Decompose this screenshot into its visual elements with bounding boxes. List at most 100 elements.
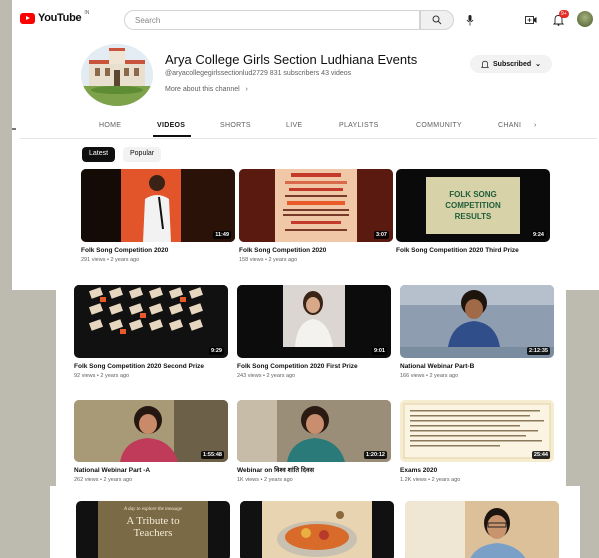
more-about-label: More about this channel bbox=[165, 86, 240, 93]
video-thumbnail[interactable]: 3:07 bbox=[239, 169, 393, 242]
singer-thumbnail-image bbox=[81, 169, 235, 242]
video-card[interactable]: 2:12:35 National Webinar Part-B 166 view… bbox=[400, 285, 554, 379]
tabs-divider bbox=[20, 138, 597, 139]
youtube-play-icon bbox=[20, 12, 35, 24]
results-poster: FOLK SONG COMPETITION RESULTS bbox=[426, 177, 520, 234]
video-title[interactable]: Folk Song Competition 2020 First Prize bbox=[237, 363, 391, 371]
tab-community[interactable]: COMMUNITY bbox=[416, 122, 462, 129]
video-thumbnail[interactable]: 1:55:48 bbox=[74, 400, 228, 462]
tab-videos[interactable]: VIDEOS bbox=[157, 122, 185, 129]
search-button[interactable] bbox=[420, 10, 454, 30]
channel-handle: @aryacollegegirlssectionlud2729 bbox=[165, 70, 268, 77]
video-meta: 92 views • 2 years ago bbox=[74, 373, 130, 379]
chip-latest[interactable]: Latest bbox=[82, 147, 116, 162]
video-duration: 9:29 bbox=[208, 347, 224, 355]
video-title[interactable]: Exams 2020 bbox=[400, 467, 554, 475]
festival-plate-thumbnail-image bbox=[240, 501, 394, 558]
tab-channels[interactable]: CHANI bbox=[498, 122, 521, 129]
webinar-speaker-thumbnail-image bbox=[400, 285, 554, 347]
youtube-logo-text: YouTube bbox=[38, 12, 82, 24]
channel-name: Arya College Girls Section Ludhiana Even… bbox=[165, 52, 418, 67]
video-duration: 1:55:48 bbox=[201, 451, 224, 459]
video-thumbnail[interactable]: A day to explore the message A Tribute t… bbox=[76, 501, 230, 558]
video-card[interactable]: 9:01 Folk Song Competition 2020 First Pr… bbox=[237, 285, 391, 379]
search-icon bbox=[432, 15, 442, 25]
video-card[interactable]: 25:44 Exams 2020 1.2K views • 2 years ag… bbox=[400, 400, 554, 483]
create-video-icon bbox=[525, 16, 537, 24]
subscribe-label: Subscribed bbox=[493, 60, 532, 68]
video-title[interactable]: Folk Song Competition 2020 Third Prize bbox=[396, 247, 550, 255]
pattern-thumbnail-image bbox=[74, 285, 228, 347]
channel-avatar[interactable] bbox=[81, 44, 153, 106]
video-duration: 2:12:35 bbox=[527, 347, 550, 355]
results-poster-text: FOLK SONG COMPETITION RESULTS bbox=[445, 190, 501, 221]
video-title[interactable]: Folk Song Competition 2020 bbox=[239, 247, 393, 255]
teachers-poster-subtext: A day to explore the message bbox=[123, 507, 183, 512]
video-duration: 11:49 bbox=[213, 231, 231, 239]
bell-icon bbox=[481, 60, 489, 68]
video-card[interactable]: FOLK SONG COMPETITION RESULTS 9:24 Folk … bbox=[396, 169, 550, 257]
video-thumbnail[interactable]: 25:44 bbox=[400, 400, 554, 462]
video-duration: 3:07 bbox=[373, 231, 389, 239]
account-avatar[interactable] bbox=[577, 11, 593, 27]
tabs-scroll-right-icon[interactable]: › bbox=[534, 122, 537, 129]
video-meta: 1K views • 2 years ago bbox=[237, 477, 293, 483]
webinar-man-thumbnail-image bbox=[405, 501, 559, 558]
video-thumbnail[interactable] bbox=[405, 501, 559, 558]
video-count: 43 videos bbox=[321, 70, 352, 77]
exam-instructions-thumbnail-image bbox=[400, 400, 554, 462]
voice-search-button[interactable] bbox=[462, 12, 478, 28]
subscribe-button[interactable]: Subscribed ⌄ bbox=[470, 55, 552, 73]
microphone-icon bbox=[466, 14, 474, 25]
tab-playlists[interactable]: PLAYLISTS bbox=[339, 122, 379, 129]
video-meta: 243 views • 2 years ago bbox=[237, 373, 296, 379]
video-card[interactable]: 3:07 Folk Song Competition 2020 158 view… bbox=[239, 169, 393, 263]
video-thumbnail[interactable]: 1:20:12 bbox=[237, 400, 391, 462]
video-thumbnail[interactable]: 2:12:35 bbox=[400, 285, 554, 358]
tab-home[interactable]: HOME bbox=[99, 122, 121, 129]
video-thumbnail[interactable] bbox=[240, 501, 394, 558]
video-duration: 1:20:12 bbox=[364, 451, 387, 459]
video-card[interactable]: 11:49 Folk Song Competition 2020 291 vie… bbox=[81, 169, 235, 263]
tab-live[interactable]: LIVE bbox=[286, 122, 302, 129]
country-code: IN bbox=[84, 10, 90, 16]
video-thumbnail[interactable]: 9:29 bbox=[74, 285, 228, 358]
video-title[interactable]: Folk Song Competition 2020 Second Prize bbox=[74, 363, 228, 371]
youtube-logo[interactable]: YouTube IN bbox=[20, 10, 90, 24]
create-button[interactable] bbox=[523, 12, 539, 28]
video-card[interactable]: 1:55:48 National Webinar Part -A 262 vie… bbox=[74, 400, 228, 483]
girl-singing-thumbnail-image bbox=[237, 285, 391, 347]
notification-badge: 9+ bbox=[559, 10, 569, 18]
video-card[interactable] bbox=[405, 501, 559, 558]
video-meta: 291 views • 2 years ago bbox=[81, 257, 140, 263]
video-card[interactable] bbox=[240, 501, 394, 558]
video-title[interactable]: Folk Song Competition 2020 bbox=[81, 247, 235, 255]
video-title[interactable]: Webinar on विश्व शांति दिवस bbox=[237, 467, 391, 475]
video-card[interactable]: A day to explore the message A Tribute t… bbox=[76, 501, 230, 558]
video-card[interactable]: 1:20:12 Webinar on विश्व शांति दिवस 1K v… bbox=[237, 400, 391, 483]
video-duration: 9:01 bbox=[371, 347, 387, 355]
video-thumbnail[interactable]: 9:01 bbox=[237, 285, 391, 358]
video-duration: 9:24 bbox=[530, 231, 546, 239]
video-thumbnail[interactable]: FOLK SONG COMPETITION RESULTS 9:24 bbox=[396, 169, 550, 242]
active-tab-indicator bbox=[153, 135, 191, 137]
video-meta: 158 views • 2 years ago bbox=[239, 257, 298, 263]
tab-shorts[interactable]: SHORTS bbox=[220, 122, 251, 129]
video-title[interactable]: National Webinar Part -A bbox=[74, 467, 228, 475]
video-meta: 1.2K views • 2 years ago bbox=[400, 477, 461, 483]
channel-tabs: HOME VIDEOS SHORTS LIVE PLAYLISTS COMMUN… bbox=[86, 122, 546, 136]
video-title[interactable]: National Webinar Part-B bbox=[400, 363, 554, 371]
teachers-poster-title: A Tribute to Teachers bbox=[126, 515, 180, 539]
subscriber-count: 831 subscribers bbox=[269, 70, 320, 77]
chip-popular[interactable]: Popular bbox=[123, 147, 162, 162]
video-thumbnail[interactable]: 11:49 bbox=[81, 169, 235, 242]
more-about-channel-link[interactable]: More about this channel › bbox=[165, 86, 248, 93]
chevron-down-icon: ⌄ bbox=[535, 61, 541, 68]
search-input[interactable]: Search bbox=[124, 10, 420, 30]
video-meta: 262 views • 2 years ago bbox=[74, 477, 133, 483]
channel-meta: @aryacollegegirlssectionlud2729 831 subs… bbox=[165, 70, 351, 77]
video-card[interactable]: 9:29 Folk Song Competition 2020 Second P… bbox=[74, 285, 228, 379]
event-poster-thumbnail-image bbox=[239, 169, 393, 242]
college-building-image bbox=[81, 44, 153, 106]
edge-mark bbox=[12, 128, 16, 130]
